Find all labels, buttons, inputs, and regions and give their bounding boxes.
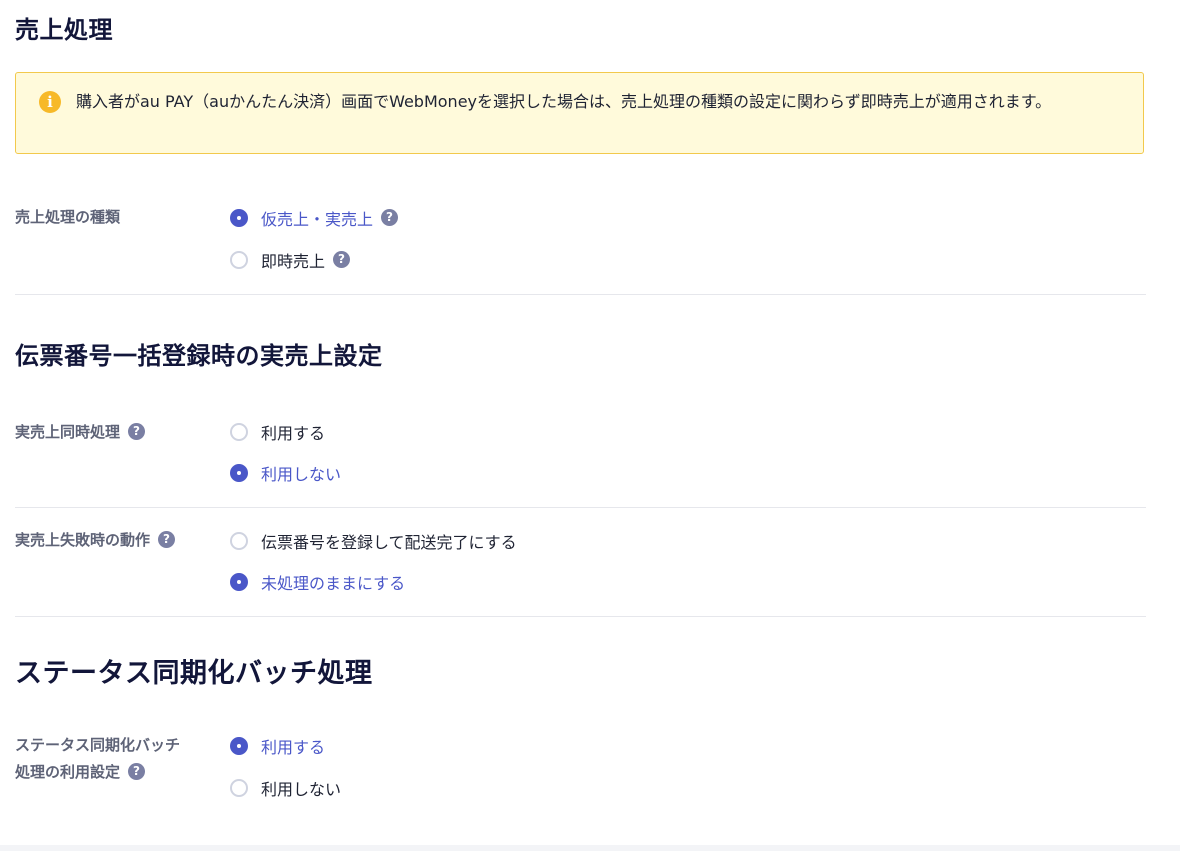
notice-box: i 購入者がau PAY（auかんたん決済）画面でWebMoneyを選択した場合… [15,72,1144,154]
divider [15,616,1146,617]
radio-simultaneous-use[interactable]: 利用する [230,419,325,445]
option-label: 利用する [261,738,326,757]
option-label: 即時売上 [261,252,326,271]
notice-text: 購入者がau PAY（auかんたん決済）画面でWebMoneyを選択した場合は、… [76,92,1052,111]
help-icon[interactable]: ? [158,531,176,548]
sales-type-label: 売上処理の種類 [15,208,121,226]
option-label: 伝票番号を登録して配送完了にする [261,533,517,552]
page-bottom-edge [0,845,1180,851]
divider [15,507,1146,508]
radio-batch-not-use[interactable]: 利用しない [230,775,341,801]
radio-button[interactable] [230,464,248,482]
label-text: 処理の利用設定 [15,763,121,781]
label-text: 実売上失敗時の動作 [15,531,151,549]
radio-batch-use[interactable]: 利用する [230,733,325,759]
radio-button[interactable] [230,779,248,797]
divider [15,294,1146,295]
radio-button[interactable] [230,423,248,441]
radio-immediate-sales[interactable]: 即時売上 ? [230,247,351,273]
radio-button[interactable] [230,532,248,550]
section-title-sales: 売上処理 [15,16,113,44]
radio-button[interactable] [230,251,248,269]
label-text: 実売上同時処理 [15,423,121,441]
option-label: 利用しない [261,780,342,799]
radio-provisional-sales[interactable]: 仮売上・実売上 ? [230,205,399,231]
help-icon[interactable]: ? [381,208,399,226]
help-icon[interactable]: ? [333,250,351,268]
radio-button[interactable] [230,737,248,755]
option-label: 利用する [261,424,326,443]
batch-label-line1: ステータス同期化バッチ [15,736,181,754]
radio-failure-unprocessed[interactable]: 未処理のままにする [230,569,405,595]
radio-simultaneous-not-use[interactable]: 利用しない [230,460,341,486]
simultaneous-label: 実売上同時処理? [15,418,146,446]
section-title-batch: ステータス同期化バッチ処理 [15,658,373,689]
radio-button[interactable] [230,573,248,591]
radio-button[interactable] [230,209,248,227]
section-title-slip: 伝票番号一括登録時の実売上設定 [15,342,383,370]
option-label: 未処理のままにする [261,574,406,593]
failure-label: 実売上失敗時の動作? [15,526,176,554]
info-icon: i [39,91,61,113]
batch-label-line2: 処理の利用設定? [15,758,146,786]
option-label: 仮売上・実売上 [261,210,374,229]
help-icon[interactable]: ? [128,423,146,440]
help-icon[interactable]: ? [128,763,146,780]
option-label: 利用しない [261,465,342,484]
radio-failure-register[interactable]: 伝票番号を登録して配送完了にする [230,528,517,554]
